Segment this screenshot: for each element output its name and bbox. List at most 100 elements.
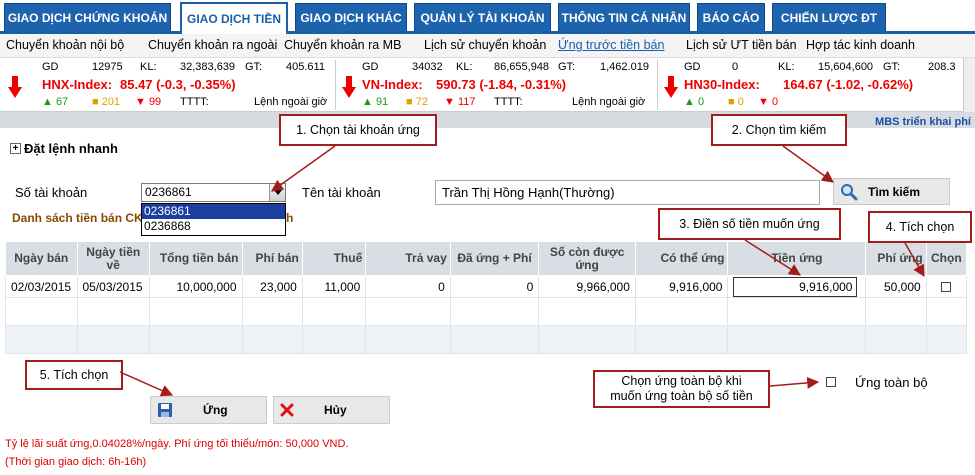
cell-tien-ung: 9,916,000 [727,275,867,298]
col-so-con-duoc-ung: Số còn được ứng [538,241,636,276]
col-da-ung-phi: Đã ứng + Phí [449,241,540,276]
advance-amount-input[interactable]: 9,916,000 [733,276,858,297]
tab-giao-dich-tien[interactable]: GIAO DỊCH TIỀN [180,2,288,34]
search-button-label: Tìm kiếm [868,184,921,199]
cell-ngay-ban: 02/03/2015 [5,275,78,298]
quick-order-toggle[interactable]: + Đặt lệnh nhanh [10,141,118,156]
advance-button[interactable]: Ứng [150,396,267,424]
row-select-checkbox[interactable] [941,282,952,293]
ticker-down-count: ▼ 99 [135,96,162,108]
col-ngay-tien-ve: Ngày tiền về [76,241,150,276]
top-nav: GIAO DỊCH CHỨNG KHOÁN GIAO DỊCH TIỀN GIA… [0,0,975,34]
ticker-panel-hn30: GD 0 KL: 15,604,600 GT: 208.3 HN30-Index… [658,58,963,112]
cell-co-the-ung: 9,916,000 [634,275,729,298]
col-co-the-ung: Có thể ứng [634,241,729,276]
account-dropdown-list: 0236861 0236868 [141,203,286,236]
arrow-step-5 [119,371,174,397]
sub-nav: Chuyển khoản nội bộ Chuyển khoản ra ngoà… [0,34,975,58]
ticker-kl-value: 15,604,600 [818,61,874,73]
subnav-chuyen-khoan-ra-ngoai[interactable]: Chuyển khoản ra ngoài [148,38,277,52]
tab-giao-dich-chung-khoan[interactable]: GIAO DỊCH CHỨNG KHOÁN [4,3,171,31]
ticker-index-value: 85.47 (-0.3, -0.35%) [120,77,236,92]
subnav-lich-su-ut-tien-ban[interactable]: Lịch sử ƯT tiền bán [686,38,797,52]
ticker-gt-label: GT: [558,61,576,73]
quick-order-label: Đặt lệnh nhanh [24,141,118,156]
col-tong-tien-ban: Tổng tiền bán [148,241,243,276]
ticker-gt-value: 208.3 [928,61,956,73]
cancel-button[interactable]: Hủy [273,396,390,424]
table-row: 02/03/2015 05/03/2015 10,000,000 23,000 … [5,275,968,298]
down-arrow-icon [8,76,22,98]
ticker-panel-vn: GD 34032 KL: 86,655,948 GT: 1,462.019 VN… [336,58,672,112]
mbs-notice-link[interactable]: MBS triển khai phí [875,116,971,128]
cell-tong-tien-ban: 10,000,000 [148,275,243,298]
table-row [5,325,968,354]
expand-plus-icon[interactable]: + [10,143,21,154]
tab-bao-cao[interactable]: BÁO CÁO [697,3,765,31]
cell-phi-ung: 50,000 [865,275,927,298]
subnav-ung-truoc-tien-ban[interactable]: Ứng trước tiền bán [558,38,664,52]
save-icon [158,403,172,417]
ticker-index-value: 164.67 (-1.02, -0.62%) [783,77,914,92]
subnav-chuyen-khoan-noi-bo[interactable]: Chuyển khoản nội bộ [6,38,124,52]
sale-table: Ngày bán Ngày tiền về Tổng tiền bán Phí … [5,241,968,354]
sale-list-label-tail: h [286,211,294,225]
advance-all-checkbox[interactable] [826,377,836,387]
ticker-status: Lệnh ngoài giờ [254,96,328,108]
search-icon [841,183,858,200]
col-phi-ban: Phí bán [241,241,303,276]
tab-giao-dich-khac[interactable]: GIAO DỊCH KHÁC [295,3,407,31]
cancel-button-label: Hủy [324,403,347,417]
chevron-down-icon[interactable] [269,184,285,201]
account-option[interactable]: 0236861 [142,204,285,219]
search-button[interactable]: Tìm kiếm [833,178,950,205]
subnav-hop-tac-kinh-doanh[interactable]: Hợp tác kinh doanh [806,38,915,52]
ticker-tttt-label: TTTT: [180,96,209,108]
ticker-kl-value: 86,655,948 [494,61,550,73]
ticker-kl-label: KL: [140,61,157,73]
ticker-gt-label: GT: [883,61,901,73]
col-ngay-ban: Ngày bán [5,241,78,276]
col-thue: Thuế [301,241,367,276]
ticker-tttt-label: TTTT: [494,96,523,108]
ticker-index-label: HNX-Index: [42,77,113,92]
subnav-chuyen-khoan-ra-mb[interactable]: Chuyển khoản ra MB [284,38,401,52]
interest-rate-note: Tỷ lệ lãi suất ứng,0.04028%/ngày. Phí ứn… [5,438,349,450]
ticker-gd-value: 12975 [92,61,123,73]
ticker-up-count: ▲ 91 [362,96,389,108]
tab-chien-luoc-dt[interactable]: CHIẾN LƯỢC ĐT [772,3,886,31]
ticker-index-label: HN30-Index: [684,77,760,92]
ticker-panel-hnx: GD 12975 KL: 32,383,639 GT: 405.611 HNX-… [0,58,336,112]
ticker-index-label: VN-Index: [362,77,423,92]
col-phi-ung: Phí ứng [865,241,927,276]
ticker-up-count: ▲ 67 [42,96,69,108]
ticker-kl-value: 32,383,639 [180,61,236,73]
ticker-kl-label: KL: [456,61,473,73]
tab-quan-ly-tai-khoan[interactable]: QUẢN LÝ TÀI KHOẢN [414,3,551,31]
callout-advance-all-line2: muốn ứng toàn bộ số tiền [610,389,753,403]
account-name-field[interactable]: Trần Thị Hồng Hạnh(Thường) [435,180,820,205]
tab-thong-tin-ca-nhan[interactable]: THÔNG TIN CÁ NHÂN [558,3,690,31]
ticker-eq-count: ■ 72 [406,96,428,108]
ticker-up-count: ▲ 0 [684,96,705,108]
sale-list-label: Danh sách tiền bán CK [12,211,143,225]
account-option[interactable]: 0236868 [142,219,285,234]
cell-thue: 11,000 [301,275,367,298]
ticker-scrollbar[interactable] [963,58,975,112]
down-arrow-icon [342,76,356,98]
callout-step-4: 4. Tích chọn [868,211,972,243]
callout-step-2: 2. Chọn tìm kiếm [711,114,847,146]
ticker-eq-count: ■ 0 [728,96,744,108]
cell-tra-vay: 0 [365,275,451,298]
subnav-lich-su-chuyen-khoan[interactable]: Lịch sử chuyển khoản [424,38,546,52]
ticker-gt-value: 1,462.019 [600,61,649,73]
cell-so-con-duoc-ung: 9,966,000 [538,275,636,298]
callout-advance-all: Chọn ứng toàn bộ khi muốn ứng toàn bộ số… [593,370,770,408]
ticker-gt-value: 405.611 [286,61,325,73]
cell-chon [925,275,968,298]
account-name-label: Tên tài khoản [302,185,381,200]
down-arrow-icon [664,76,678,98]
col-chon: Chọn [925,241,968,276]
account-select[interactable]: 0236861 [141,183,286,202]
callout-advance-all-line1: Chọn ứng toàn bộ khi [621,374,742,388]
